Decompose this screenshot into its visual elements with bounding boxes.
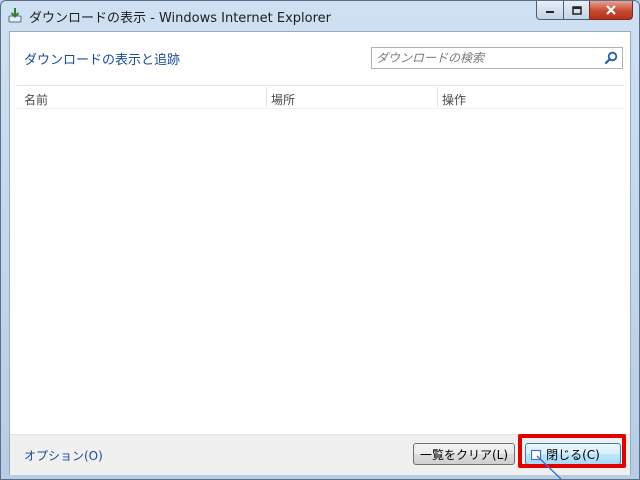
clear-list-button[interactable]: 一覧をクリア(L): [413, 443, 515, 465]
maximize-icon: [571, 5, 582, 15]
column-header-actions[interactable]: 操作: [442, 91, 466, 108]
page-heading: ダウンロードの表示と追跡: [24, 53, 181, 68]
download-icon: [8, 8, 22, 23]
minimize-button[interactable]: [536, 1, 563, 20]
search-input[interactable]: [376, 49, 594, 67]
divider: [16, 85, 624, 86]
column-divider[interactable]: [266, 87, 267, 107]
maximize-button[interactable]: [563, 1, 589, 20]
downloads-list[interactable]: [10, 109, 630, 435]
column-header-location[interactable]: 場所: [271, 91, 295, 108]
cursor-pointer-icon: [531, 449, 562, 480]
close-icon: [606, 5, 616, 15]
window-title: ダウンロードの表示 - Windows Internet Explorer: [29, 11, 331, 26]
column-headers: 名前 場所 操作: [10, 87, 630, 109]
title-bar[interactable]: ダウンロードの表示 - Windows Internet Explorer: [1, 1, 639, 31]
options-link[interactable]: オプション(O): [24, 447, 103, 464]
window-controls: [536, 1, 633, 21]
downloads-window: ダウンロードの表示 - Windows Internet Explorer ダウ…: [0, 0, 640, 480]
downloads-panel: ダウンロードの表示と追跡 名前 場所 操作 オプション(O) 一覧をクリア(L)…: [9, 31, 631, 475]
column-header-name[interactable]: 名前: [24, 91, 48, 108]
close-window-button[interactable]: [589, 1, 633, 20]
minimize-icon: [546, 11, 554, 13]
search-icon[interactable]: [604, 51, 618, 65]
column-divider[interactable]: [437, 87, 438, 107]
search-box[interactable]: [371, 47, 623, 69]
